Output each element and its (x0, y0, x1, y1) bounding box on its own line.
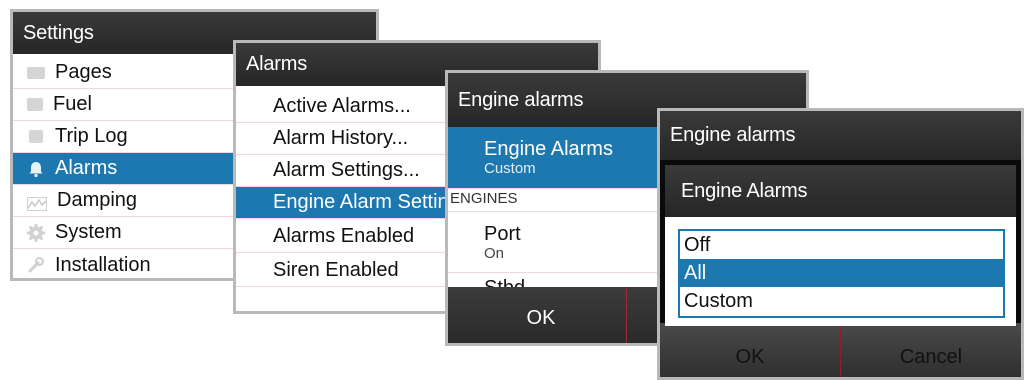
alarms-item-label: Siren Enabled (273, 259, 399, 281)
dialog-window-title: Engine alarms (660, 111, 1021, 160)
port-value: On (484, 244, 505, 262)
port-label: Port (484, 222, 521, 245)
settings-item-label: Alarms (55, 157, 118, 179)
settings-item-label: Pages (55, 61, 112, 83)
wrench-icon (27, 256, 45, 274)
dialog-ok-button[interactable]: OK (660, 337, 840, 377)
trip-log-icon (29, 130, 43, 143)
engine-alarms-item-title: Engine Alarms (484, 137, 613, 160)
option-custom[interactable]: Custom (680, 287, 1003, 316)
alarms-item-label: Alarm History... (273, 127, 409, 149)
alarms-item-label: Engine Alarm Settings (273, 191, 470, 213)
option-label: Off (684, 233, 711, 256)
settings-item-label: System (55, 221, 122, 243)
fuel-icon (27, 98, 43, 111)
engine-alarms-item-value: Custom (484, 159, 536, 177)
dialog-cancel-button[interactable]: Cancel (841, 337, 1021, 377)
alarms-item-label: Active Alarms... (273, 95, 411, 117)
alarms-item-label: Alarm Settings... (273, 159, 420, 181)
settings-item-label: Damping (57, 189, 138, 211)
settings-item-label: Installation (55, 253, 151, 276)
gear-icon (27, 223, 45, 242)
pages-icon (27, 66, 45, 79)
bell-icon (27, 160, 45, 178)
options-list: Off All Custom (678, 229, 1005, 318)
settings-item-label: Trip Log (55, 125, 128, 147)
engine-alarms-dialog: Engine Alarms Off All Custom (665, 165, 1016, 326)
option-label: Custom (684, 290, 753, 312)
settings-item-label: Fuel (53, 93, 92, 115)
button-divider (626, 287, 627, 343)
dialog-title: Engine Alarms (665, 165, 1016, 217)
dialog-footer: OK Cancel (660, 323, 1021, 377)
engine-alarms-dialog-window: Engine alarms OK Cancel Engine Alarms Of… (657, 108, 1024, 380)
stbd-label: Stbd (484, 277, 525, 287)
alarms-item-label: Alarms Enabled (273, 225, 415, 247)
ok-button[interactable]: OK (448, 287, 634, 343)
option-off[interactable]: Off (680, 231, 1003, 259)
option-label: All (684, 261, 707, 284)
option-all[interactable]: All (680, 259, 1003, 287)
damping-icon (27, 194, 47, 211)
